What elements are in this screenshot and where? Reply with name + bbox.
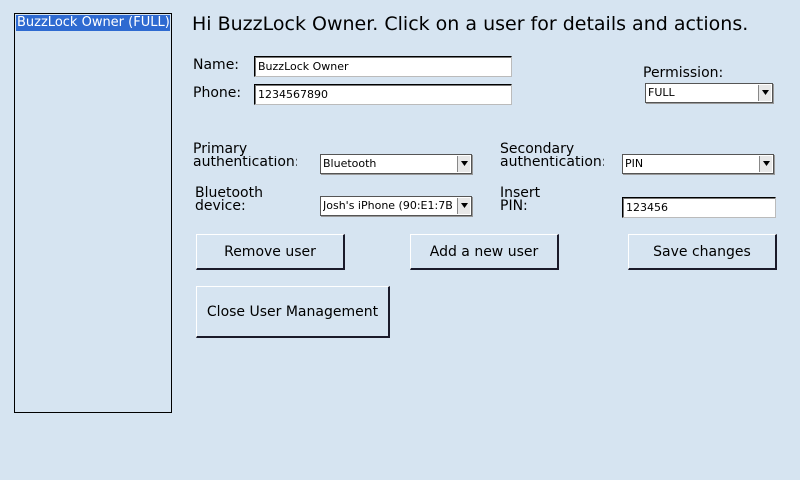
phone-label: Phone: xyxy=(193,85,242,101)
chevron-down-icon[interactable] xyxy=(457,198,470,214)
bluetooth-device-label-line2: device: xyxy=(195,198,246,214)
permission-select[interactable]: FULL xyxy=(645,83,773,103)
pin-label-line2: PIN: xyxy=(500,198,528,214)
secondary-auth-label-line2: authentication: xyxy=(500,156,604,169)
chevron-down-icon[interactable] xyxy=(457,156,470,172)
permission-label: Permission: xyxy=(643,65,724,81)
user-list-item[interactable]: BuzzLock Owner (FULL) xyxy=(16,15,170,31)
primary-auth-select-value: Bluetooth xyxy=(323,157,377,170)
close-user-management-button[interactable]: Close User Management xyxy=(196,286,390,338)
bluetooth-device-select[interactable]: Josh's iPhone (90:E1:7B xyxy=(320,196,472,216)
primary-auth-label: Primary authentication: xyxy=(193,141,297,169)
permission-select-value: FULL xyxy=(648,86,675,99)
bluetooth-device-select-value: Josh's iPhone (90:E1:7B xyxy=(323,199,453,212)
name-label: Name: xyxy=(193,57,240,73)
phone-field[interactable]: 1234567890 xyxy=(254,84,512,105)
chevron-down-icon[interactable] xyxy=(759,156,772,172)
secondary-auth-label: Secondary authentication: xyxy=(500,141,604,169)
primary-auth-label-line2: authentication: xyxy=(193,156,297,169)
secondary-auth-label-line1: Secondary xyxy=(500,141,575,157)
primary-auth-label-line1: Primary xyxy=(193,141,248,157)
user-list[interactable]: BuzzLock Owner (FULL) xyxy=(14,13,172,413)
chevron-down-icon[interactable] xyxy=(758,85,771,101)
remove-user-button[interactable]: Remove user xyxy=(196,234,345,270)
primary-auth-select[interactable]: Bluetooth xyxy=(320,154,472,174)
add-user-button[interactable]: Add a new user xyxy=(410,234,559,270)
greeting-text: Hi BuzzLock Owner. Click on a user for d… xyxy=(192,13,749,35)
save-changes-button[interactable]: Save changes xyxy=(628,234,777,270)
bluetooth-device-label: Bluetooth device: xyxy=(195,186,263,214)
secondary-auth-select[interactable]: PIN xyxy=(622,154,774,174)
name-field[interactable]: BuzzLock Owner xyxy=(254,56,512,77)
pin-label: Insert PIN: xyxy=(500,186,540,214)
pin-field[interactable]: 123456 xyxy=(622,197,776,218)
secondary-auth-select-value: PIN xyxy=(625,157,644,170)
